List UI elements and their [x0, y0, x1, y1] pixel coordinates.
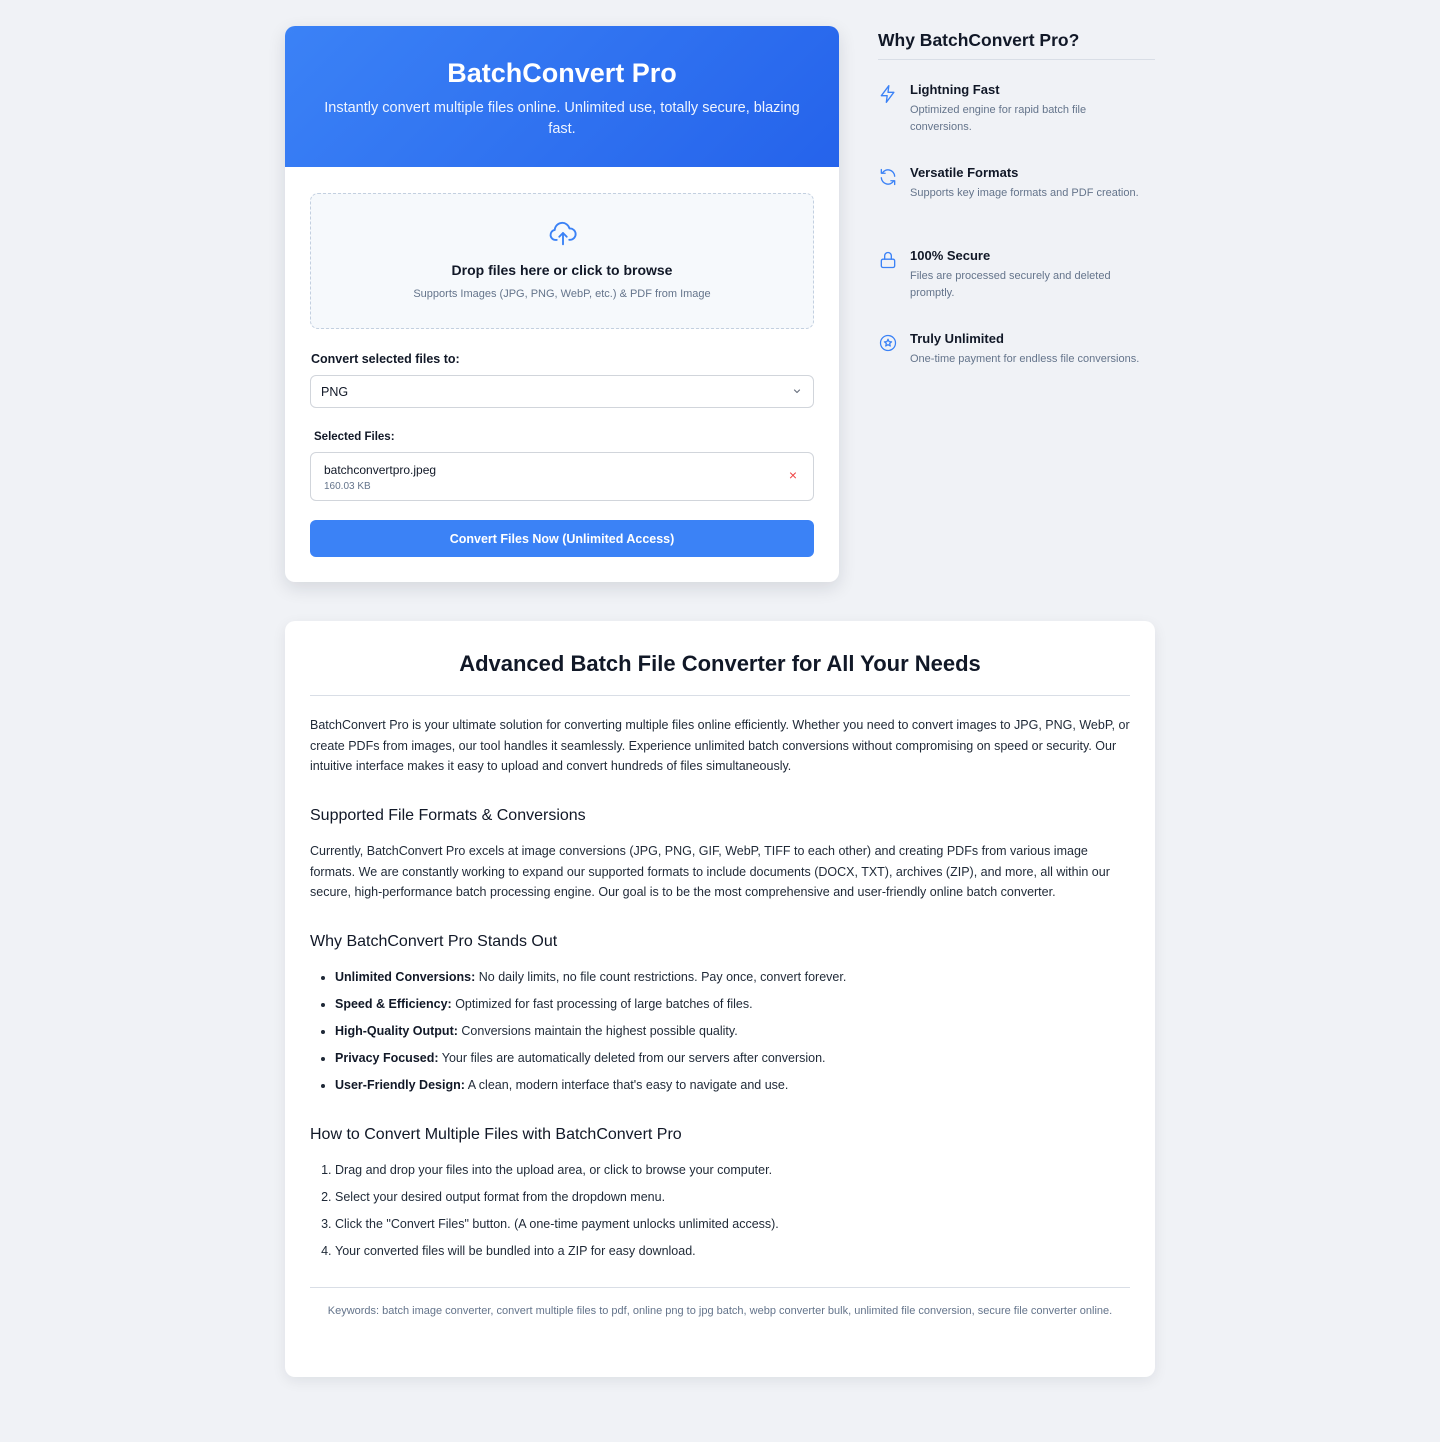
- file-size: 160.03 KB: [324, 481, 371, 492]
- format-selected-value: PNG: [321, 385, 349, 399]
- title-divider: [310, 695, 1130, 696]
- app-subtitle: Instantly convert multiple files online.…: [324, 100, 800, 137]
- feature-description: Supports key image formats and PDF creat…: [910, 187, 1139, 199]
- list-item-label: Privacy Focused:: [335, 1051, 439, 1065]
- cloud-upload-icon: [549, 221, 577, 246]
- list-item: Speed & Efficiency: Optimized for fast p…: [335, 995, 1125, 1022]
- keywords-text: Keywords: batch image converter, convert…: [327, 1305, 1113, 1317]
- star-circle-icon: [879, 334, 897, 352]
- list-item: High-Quality Output: Conversions maintai…: [335, 1022, 1125, 1049]
- feature-title: Versatile Formats: [910, 165, 1019, 180]
- sidebar-title: Why BatchConvert Pro?: [878, 30, 1155, 60]
- list-item-label: Unlimited Conversions:: [335, 970, 476, 984]
- list-item: Unlimited Conversions: No daily limits, …: [335, 968, 1125, 995]
- article-title: Advanced Batch File Converter for All Yo…: [459, 651, 981, 676]
- file-list-item: batchconvertpro.jpeg 160.03 KB ×: [310, 452, 814, 501]
- list-item-text: A clean, modern interface that's easy to…: [467, 1078, 789, 1092]
- feature-title: Truly Unlimited: [910, 331, 1004, 346]
- seo-article: Advanced Batch File Converter for All Yo…: [285, 621, 1155, 1377]
- keywords-divider: [310, 1287, 1130, 1288]
- article-intro: BatchConvert Pro is your ultimate soluti…: [310, 718, 1130, 773]
- list-item-text: Conversions maintain the highest possibl…: [461, 1024, 738, 1038]
- list-item-text: Your files are automatically deleted fro…: [441, 1051, 826, 1065]
- feature-title: Lightning Fast: [910, 82, 1000, 97]
- remove-file-button[interactable]: ×: [789, 467, 797, 483]
- hero-header: BatchConvert Pro Instantly convert multi…: [285, 26, 839, 167]
- list-item-text: Optimized for fast processing of large b…: [455, 997, 753, 1011]
- howto-heading: How to Convert Multiple Files with Batch…: [310, 1126, 682, 1143]
- step-item: Select your desired output format from t…: [335, 1188, 1125, 1215]
- lightning-icon: [880, 85, 895, 104]
- list-item: User-Friendly Design: A clean, modern in…: [335, 1076, 1125, 1103]
- list-item-label: Speed & Efficiency:: [335, 997, 452, 1011]
- list-item-text: No daily limits, no file count restricti…: [478, 970, 847, 984]
- format-select[interactable]: PNG: [310, 375, 814, 408]
- step-item: Drag and drop your files into the upload…: [335, 1161, 1125, 1188]
- lock-icon: [880, 251, 896, 269]
- feature-title: 100% Secure: [910, 248, 991, 263]
- features-sidebar: Why BatchConvert Pro? Lightning Fast Opt…: [878, 30, 1155, 365]
- step-item: Your converted files will be bundled int…: [335, 1242, 1125, 1269]
- refresh-icon: [880, 168, 896, 186]
- step-item: Click the "Convert Files" button. (A one…: [335, 1215, 1125, 1242]
- app-title: BatchConvert Pro: [447, 58, 677, 88]
- list-item: Privacy Focused: Your files are automati…: [335, 1049, 1125, 1076]
- list-item-label: User-Friendly Design:: [335, 1078, 465, 1092]
- format-label: Convert selected files to:: [311, 352, 460, 366]
- standout-heading: Why BatchConvert Pro Stands Out: [310, 933, 558, 950]
- feature-description: One-time payment for endless file conver…: [910, 353, 1140, 365]
- list-item-label: High-Quality Output:: [335, 1024, 458, 1038]
- file-name: batchconvertpro.jpeg: [324, 463, 437, 477]
- feature-description: Files are processed securely and deleted…: [910, 270, 1111, 299]
- feature-description: Optimized engine for rapid batch file co…: [910, 104, 1087, 133]
- convert-files-button[interactable]: Convert Files Now (Unlimited Access): [310, 520, 814, 557]
- howto-steps: Drag and drop your files into the upload…: [335, 1161, 1125, 1269]
- formats-text: Currently, BatchConvert Pro excels at im…: [310, 844, 1110, 899]
- formats-heading: Supported File Formats & Conversions: [310, 807, 586, 824]
- standout-list: Unlimited Conversions: No daily limits, …: [335, 968, 1125, 1103]
- dropzone-title: Drop files here or click to browse: [451, 262, 673, 278]
- selected-files-label: Selected Files:: [314, 431, 395, 443]
- converter-card: BatchConvert Pro Instantly convert multi…: [285, 26, 839, 582]
- dropzone-subtitle: Supports Images (JPG, PNG, WebP, etc.) &…: [413, 288, 711, 300]
- file-dropzone[interactable]: Drop files here or click to browse Suppo…: [310, 193, 814, 329]
- chevron-down-icon: [793, 389, 801, 394]
